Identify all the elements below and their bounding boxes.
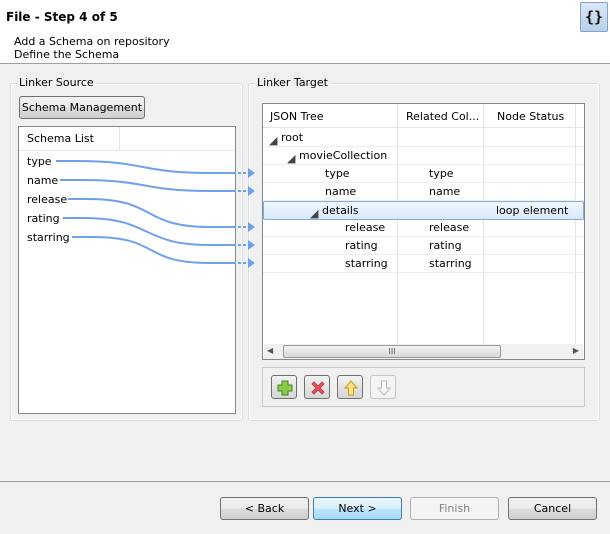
move-down-button[interactable] [370, 375, 396, 399]
tree-row[interactable]: rating rating [263, 237, 584, 255]
related-column-cell: release [429, 221, 470, 234]
tree-row[interactable]: release release [263, 219, 584, 237]
tree-row[interactable]: starring starring [263, 255, 584, 273]
arrow-up-icon [343, 380, 359, 396]
remove-node-button[interactable] [304, 375, 330, 399]
arrow-down-icon [376, 380, 392, 396]
tree-toolbar [262, 367, 585, 407]
related-column-cell: starring [429, 257, 472, 270]
horizontal-scrollbar[interactable]: ◀ III ▶ [264, 344, 583, 359]
expand-toggle-icon[interactable]: ◢ [269, 134, 277, 147]
wizard-subtitle: Add a Schema on repository [14, 35, 170, 48]
wizard-header: File - Step 4 of 5 Add a Schema on repos… [0, 0, 610, 64]
tree-row[interactable]: ◢ details loop element [263, 201, 584, 220]
schema-management-button[interactable]: Schema Management [19, 96, 145, 119]
linker-source-legend: Linker Source [17, 76, 96, 89]
related-column-cell: rating [429, 239, 462, 252]
add-node-button[interactable] [271, 375, 297, 399]
schema-item-name[interactable]: name [27, 174, 58, 187]
node-status-cell: loop element [496, 204, 569, 217]
schema-item-rating[interactable]: rating [27, 212, 60, 225]
tree-node-label: release [345, 221, 386, 234]
related-column-cell: name [429, 185, 461, 198]
tree-node-label: details [322, 204, 359, 217]
tree-row[interactable]: ◢ root [263, 129, 584, 147]
scrollbar-thumb[interactable]: III [283, 345, 501, 358]
schema-list[interactable]: Schema List type name release rating sta… [18, 126, 236, 414]
tree-node-label: root [281, 131, 304, 144]
move-up-button[interactable] [337, 375, 363, 399]
column-header-json-tree[interactable]: JSON Tree [270, 104, 398, 128]
next-button[interactable]: Next > [313, 497, 402, 520]
wizard-title: File - Step 4 of 5 [6, 10, 118, 24]
json-tree-header: JSON Tree Related Col... Node Status [263, 104, 584, 128]
red-x-icon [311, 381, 325, 395]
wizard-description: Define the Schema [14, 48, 120, 61]
tree-row[interactable]: type type [263, 165, 584, 183]
column-header-node-status[interactable]: Node Status [497, 104, 582, 128]
tree-node-label: name [325, 185, 357, 198]
footer-separator [0, 481, 610, 482]
tree-row[interactable]: ◢ movieCollection [263, 147, 584, 165]
json-tree-table[interactable]: JSON Tree Related Col... Node Status ◢ ro… [262, 103, 585, 360]
related-column-cell: type [429, 167, 454, 180]
json-file-icon: {} [580, 2, 608, 32]
tree-row[interactable]: name name [263, 183, 584, 201]
column-header-related-column[interactable]: Related Col... [406, 104, 491, 128]
schema-item-release[interactable]: release [27, 193, 67, 206]
tree-node-label: type [325, 167, 350, 180]
back-button[interactable]: < Back [220, 497, 309, 520]
schema-item-type[interactable]: type [27, 155, 52, 168]
plus-icon [277, 380, 293, 396]
tree-node-label: movieCollection [299, 149, 388, 162]
schema-list-header: Schema List [19, 127, 235, 151]
tree-node-label: rating [345, 239, 378, 252]
scroll-right-icon[interactable]: ▶ [573, 346, 579, 355]
expand-toggle-icon[interactable]: ◢ [287, 152, 295, 165]
cancel-button[interactable]: Cancel [508, 497, 597, 520]
schema-list-column-header[interactable]: Schema List [19, 127, 120, 150]
tree-node-label: starring [345, 257, 388, 270]
finish-button[interactable]: Finish [410, 497, 499, 520]
scroll-left-icon[interactable]: ◀ [267, 346, 273, 355]
linker-target-legend: Linker Target [255, 76, 330, 89]
schema-item-starring[interactable]: starring [27, 231, 70, 244]
